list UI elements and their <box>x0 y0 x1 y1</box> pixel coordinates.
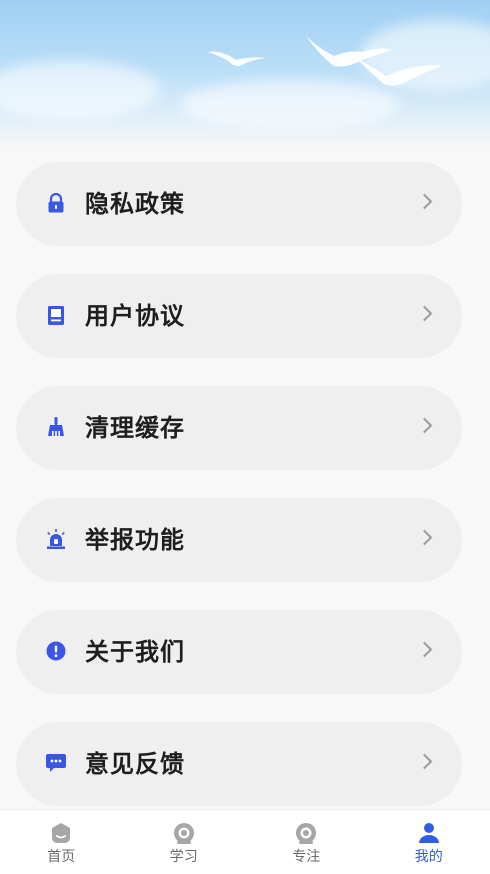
tab-label: 我的 <box>415 848 443 866</box>
chevron-right-icon <box>417 530 433 546</box>
chevron-right-icon <box>417 754 433 770</box>
menu-item-label: 举报功能 <box>85 522 185 558</box>
tab-home[interactable]: 首页 <box>0 810 123 874</box>
menu-item-label: 关于我们 <box>85 634 185 670</box>
menu-item-feedback[interactable]: 意见反馈 <box>16 722 462 806</box>
tab-label: 学习 <box>170 848 198 866</box>
menu-item-privacy-policy[interactable]: 隐私政策 <box>16 162 462 246</box>
tab-label: 专注 <box>292 848 320 866</box>
tab-study[interactable]: 学习 <box>123 810 246 874</box>
chevron-right-icon <box>417 306 433 322</box>
chevron-right-icon <box>417 418 433 434</box>
chevron-right-icon <box>417 642 433 658</box>
info-icon <box>45 640 67 662</box>
menu-item-about-us[interactable]: 关于我们 <box>16 610 462 694</box>
lock-icon <box>45 192 67 214</box>
chevron-right-icon <box>417 194 433 210</box>
alarm-icon <box>45 528 67 550</box>
menu-item-label: 用户协议 <box>85 298 185 334</box>
header-sky-banner <box>0 0 490 150</box>
menu-item-label: 意见反馈 <box>85 746 185 782</box>
feedback-icon <box>45 752 67 774</box>
menu-item-clear-cache[interactable]: 清理缓存 <box>16 386 462 470</box>
tab-profile[interactable]: 我的 <box>368 810 490 874</box>
bottom-tab-bar: 首页 学习 专注 我的 <box>0 809 490 874</box>
menu-item-label: 隐私政策 <box>85 186 185 222</box>
menu-item-label: 清理缓存 <box>85 410 185 446</box>
study-icon <box>172 821 196 845</box>
seagulls-illustration <box>0 0 490 150</box>
menu-item-user-agreement[interactable]: 用户协议 <box>16 274 462 358</box>
home-icon <box>49 821 73 845</box>
profile-icon <box>417 821 441 845</box>
tab-focus[interactable]: 专注 <box>245 810 368 874</box>
focus-icon <box>294 821 318 845</box>
document-icon <box>45 304 67 326</box>
tab-label: 首页 <box>47 848 75 866</box>
broom-icon <box>45 416 67 438</box>
menu-item-report[interactable]: 举报功能 <box>16 498 462 582</box>
